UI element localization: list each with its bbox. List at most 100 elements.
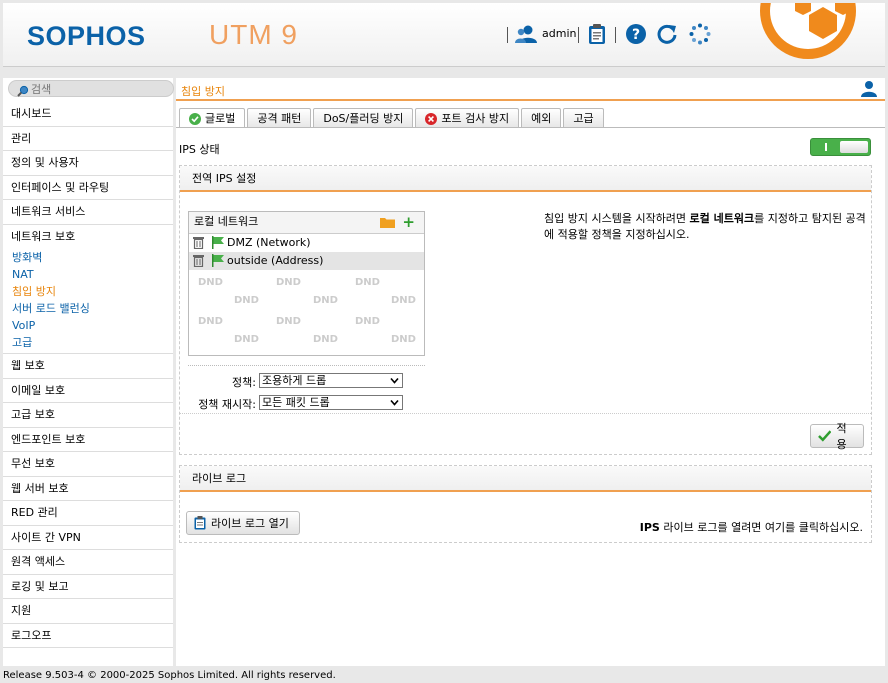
sidebar-item-dashboard[interactable]: 대시보드 (3, 102, 173, 127)
sidebar-item-red-management[interactable]: RED 관리 (3, 501, 173, 526)
search-input[interactable] (31, 82, 171, 96)
sidebar-item-wireless-protection[interactable]: 무선 보호 (3, 452, 173, 477)
user-profile-icon[interactable] (860, 80, 878, 98)
sidebar-subitem-firewall[interactable]: 방화벽 (3, 249, 173, 266)
svg-text:?: ? (632, 27, 640, 43)
sidebar-subitem-nat[interactable]: NAT (3, 266, 173, 283)
live-info-text: 라이브 로그를 열려면 여기를 클릭하십시오. (659, 521, 863, 534)
ips-status-label: IPS 상태 (179, 143, 220, 156)
dnd-watermark: DND (313, 295, 338, 306)
apply-label: 적용 (836, 422, 847, 451)
sidebar-item-email-protection[interactable]: 이메일 보호 (3, 379, 173, 403)
open-live-log-button[interactable]: 라이브 로그 열기 (186, 511, 300, 535)
global-ips-settings-panel: 전역 IPS 설정 로컬 네트워크 + DMZ (Network) outsid… (179, 165, 872, 455)
reload-icon[interactable] (656, 23, 678, 45)
live-info-bold: IPS (639, 521, 660, 534)
dnd-watermark: DND (234, 334, 259, 345)
sidebar-item-webserver-protection[interactable]: 웹 서버 보호 (3, 477, 173, 501)
header-separator (578, 27, 579, 43)
sidebar-subitem-intrusion-prevention[interactable]: 침입 방지 (3, 283, 173, 300)
ips-info-text: 침입 방지 시스템을 시작하려면 로컬 네트워크를 지정하고 탐지된 공격에 적… (544, 211, 869, 243)
folder-icon[interactable] (380, 216, 395, 228)
network-name: outside (Address) (227, 254, 324, 267)
panel-title: 라이브 로그 (180, 466, 871, 492)
help-icon[interactable]: ? (625, 23, 647, 45)
tab-label: 포트 검사 방지 (441, 111, 510, 125)
checkmark-icon (818, 430, 832, 442)
sidebar-item-logging-reporting[interactable]: 로깅 및 보고 (3, 575, 173, 599)
tab-label: 글로벌 (205, 111, 236, 125)
dnd-watermark: DND (355, 316, 380, 327)
sidebar-item-site-to-site-vpn[interactable]: 사이트 간 VPN (3, 526, 173, 550)
tab-attack-patterns[interactable]: 공격 패턴 (247, 108, 312, 128)
network-protection-submenu: 방화벽 NAT 침입 방지 서버 로드 밸런싱 VoIP 고급 (3, 249, 173, 354)
local-networks-box: 로컬 네트워크 + DMZ (Network) outside (Address… (188, 211, 425, 356)
log-clipboard-icon (194, 516, 206, 530)
policy-select[interactable]: 조용하게 드롭 (259, 373, 403, 388)
title-underline (176, 99, 885, 101)
dnd-watermark: DND (391, 334, 416, 345)
sidebar-item-logoff[interactable]: 로그오프 (3, 624, 173, 648)
network-name: DMZ (Network) (227, 236, 311, 249)
sidebar-item-definitions-users[interactable]: 정의 및 사용자 (3, 151, 173, 176)
sidebar-item-network-protection[interactable]: 네트워크 보호 (3, 225, 173, 250)
open-live-log-label: 라이브 로그 열기 (211, 517, 289, 530)
tab-advanced[interactable]: 고급 (563, 108, 604, 128)
sidebar-item-network-services[interactable]: 네트워크 서비스 (3, 200, 173, 225)
dnd-watermark: DND (391, 295, 416, 306)
app-header: SOPHOS UTM 9 admin ? (3, 3, 885, 67)
chevron-down-icon (390, 377, 399, 384)
info-text-part: 침입 방지 시스템을 시작하려면 (544, 212, 690, 225)
tab-exceptions[interactable]: 예외 (521, 108, 562, 128)
dnd-watermark: DND (313, 334, 338, 345)
local-networks-title: 로컬 네트워크 (194, 215, 259, 228)
nav-menu: 대시보드 관리 정의 및 사용자 인터페이스 및 라우팅 네트워크 서비스 네트… (3, 102, 173, 648)
trash-icon[interactable] (193, 236, 204, 249)
toggle-knob (840, 141, 868, 153)
tab-global[interactable]: 글로벌 (179, 108, 246, 128)
sidebar-subitem-voip[interactable]: VoIP (3, 317, 173, 334)
sidebar-item-endpoint-protection[interactable]: 엔드포인트 보호 (3, 428, 173, 452)
sidebar: 대시보드 관리 정의 및 사용자 인터페이스 및 라우팅 네트워크 서비스 네트… (3, 78, 174, 666)
sidebar-item-web-protection[interactable]: 웹 보호 (3, 354, 173, 379)
policy-restart-select[interactable]: 모든 패킷 드롭 (259, 395, 403, 410)
toggle-on-mark (825, 143, 827, 151)
sidebar-item-remote-access[interactable]: 원격 액세스 (3, 550, 173, 575)
users-icon[interactable] (515, 24, 537, 44)
dnd-watermark: DND (276, 277, 301, 288)
activity-spinner-icon (689, 23, 711, 45)
live-log-info: IPS 라이브 로그를 열려면 여기를 클릭하십시오. (640, 519, 863, 535)
admin-user-link[interactable]: admin (542, 27, 576, 40)
tab-portscan-protection[interactable]: 포트 검사 방지 (415, 108, 520, 128)
tab-dos-flood-protection[interactable]: DoS/플러딩 방지 (313, 108, 414, 128)
header-separator (507, 27, 508, 43)
tab-label: 고급 (573, 111, 594, 125)
network-row[interactable]: outside (Address) (189, 252, 424, 270)
sidebar-item-interfaces-routing[interactable]: 인터페이스 및 라우팅 (3, 176, 173, 200)
add-icon[interactable]: + (402, 214, 415, 230)
sidebar-item-advanced-protection[interactable]: 고급 보호 (3, 403, 173, 428)
sidebar-subitem-advanced[interactable]: 고급 (3, 334, 173, 351)
hexagon-emblem-icon (795, 3, 851, 39)
dnd-watermark: DND (198, 316, 223, 327)
sidebar-item-support[interactable]: 지원 (3, 599, 173, 624)
live-log-panel: 라이브 로그 라이브 로그 열기 IPS 라이브 로그를 열려면 여기를 클릭하… (179, 465, 872, 543)
search-icon (17, 85, 29, 97)
footer-release-info: Release 9.503-4 © 2000-2025 Sophos Limit… (3, 670, 336, 681)
local-networks-header: 로컬 네트워크 + (189, 212, 424, 234)
apply-button[interactable]: 적용 (810, 422, 864, 451)
dotted-divider (188, 365, 425, 366)
search-box[interactable] (8, 80, 174, 97)
trash-icon[interactable] (193, 254, 204, 267)
info-text-bold: 로컬 네트워크 (689, 212, 755, 225)
sidebar-item-management[interactable]: 관리 (3, 127, 173, 151)
tab-label: 공격 패턴 (257, 111, 302, 125)
policy-restart-label: 정책 재시작: (198, 398, 256, 411)
sidebar-subitem-server-load-balancing[interactable]: 서버 로드 밸런싱 (3, 300, 173, 317)
clipboard-icon[interactable] (587, 23, 607, 45)
error-circle-icon (425, 112, 438, 125)
network-row[interactable]: DMZ (Network) (189, 234, 424, 252)
page-title: 침입 방지 (181, 85, 225, 98)
tab-label: 예외 (531, 111, 552, 125)
ips-status-toggle[interactable] (810, 138, 871, 156)
